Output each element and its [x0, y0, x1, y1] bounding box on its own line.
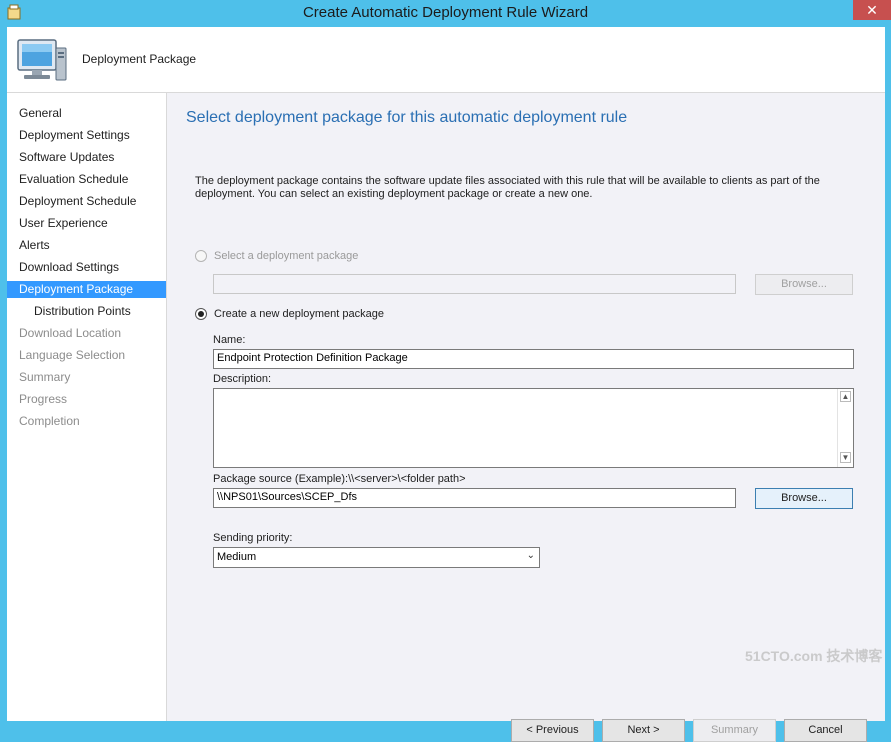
previous-button[interactable]: < Previous: [511, 719, 594, 742]
name-field[interactable]: Endpoint Protection Definition Package: [213, 349, 854, 369]
description-scrollbar[interactable]: ▲ ▼: [837, 389, 853, 467]
nav-item-language-selection: Language Selection: [19, 348, 126, 362]
nav-item-distribution-points[interactable]: Distribution Points: [7, 303, 166, 320]
nav-item-download-location: Download Location: [19, 326, 122, 340]
nav-item-completion: Completion: [19, 414, 80, 428]
nav-item-user-experience[interactable]: User Experience: [7, 215, 166, 232]
nav-item-deployment-package[interactable]: Deployment Package: [7, 281, 166, 298]
wizard-header: Deployment Package: [7, 27, 885, 93]
existing-package-field: [213, 274, 736, 294]
create-new-package-radio[interactable]: [195, 308, 207, 320]
nav-item-deployment-schedule[interactable]: Deployment Schedule: [7, 193, 166, 210]
cancel-button[interactable]: Cancel: [784, 719, 867, 742]
content-description: The deployment package contains the soft…: [195, 175, 820, 200]
scroll-down-icon[interactable]: ▼: [840, 452, 851, 463]
source-browse-button[interactable]: Browse...: [755, 488, 853, 509]
package-source-field[interactable]: \\NPS01\Sources\SCEP_Dfs: [213, 488, 736, 508]
nav-item-summary: Summary: [19, 370, 71, 384]
watermark: 51CTO.com 技术博客: [745, 648, 883, 664]
sending-priority-select[interactable]: Medium ⌄: [213, 547, 540, 568]
close-button[interactable]: ✕: [853, 0, 891, 20]
nav-item-general[interactable]: General: [7, 105, 166, 122]
nav-item-evaluation-schedule[interactable]: Evaluation Schedule: [7, 171, 166, 188]
title-bar: Create Automatic Deployment Rule Wizard …: [0, 0, 891, 27]
description-field[interactable]: [213, 388, 854, 468]
name-label: Name:: [213, 334, 246, 346]
sending-priority-value: Medium: [217, 551, 257, 563]
select-existing-package-label: Select a deployment package: [214, 250, 359, 262]
nav-item-progress: Progress: [19, 392, 68, 406]
scroll-up-icon[interactable]: ▲: [840, 391, 851, 402]
nav-item-alerts[interactable]: Alerts: [7, 237, 166, 254]
chevron-down-icon: ⌄: [526, 550, 535, 561]
package-source-label: Package source (Example):\\<server>\<fol…: [213, 473, 466, 485]
sending-priority-label: Sending priority:: [213, 532, 293, 544]
select-existing-package-radio[interactable]: [195, 250, 207, 262]
window-title: Create Automatic Deployment Rule Wizard: [302, 4, 589, 21]
wizard-window: Deployment Package General Deployment Se…: [7, 27, 885, 742]
summary-button: Summary: [693, 719, 776, 742]
description-label: Description:: [213, 373, 272, 385]
wizard-content: Select deployment package for this autom…: [167, 93, 885, 742]
wizard-nav: General Deployment Settings Software Upd…: [7, 93, 167, 721]
existing-browse-button: Browse...: [755, 274, 853, 295]
create-new-package-label: Create a new deployment package: [214, 308, 384, 320]
nav-item-deployment-settings[interactable]: Deployment Settings: [7, 127, 166, 144]
nav-item-download-settings[interactable]: Download Settings: [7, 259, 166, 276]
nav-item-software-updates[interactable]: Software Updates: [7, 149, 166, 166]
computer-monitor-icon: [16, 36, 68, 84]
content-heading: Select deployment package for this autom…: [186, 109, 628, 126]
page-title: Deployment Package: [82, 52, 197, 66]
next-button[interactable]: Next >: [602, 719, 685, 742]
